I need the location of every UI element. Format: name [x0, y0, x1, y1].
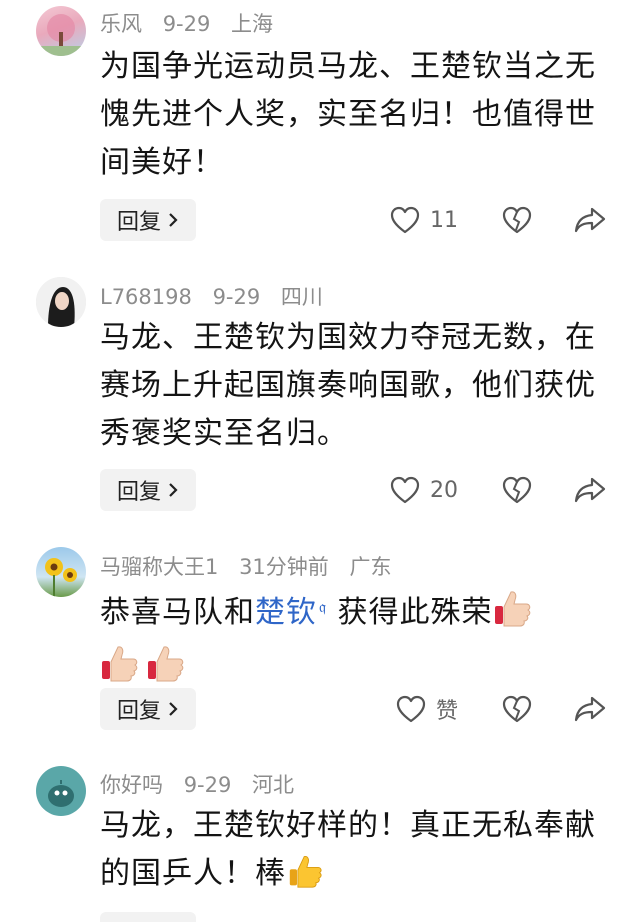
share-arrow-icon — [574, 477, 606, 503]
share-arrow-icon — [574, 207, 606, 233]
comment-location: 上海 — [231, 12, 274, 36]
username[interactable]: 马骝称大王1 — [100, 555, 218, 579]
comment-date: 9-29 — [162, 12, 211, 36]
reply-button[interactable]: 回复 — [100, 469, 196, 511]
avatar[interactable] — [36, 6, 86, 56]
comment-meta: L768198 9-29 四川 — [100, 281, 337, 311]
username[interactable]: L768198 — [100, 285, 192, 309]
broken-heart-icon — [502, 206, 532, 234]
reply-label: 回复 — [116, 210, 161, 235]
broken-heart-icon — [502, 476, 532, 504]
mention-link[interactable]: 楚钦 𝔮 — [255, 595, 327, 630]
comment-date: 9-29 — [183, 773, 232, 797]
thumbs-up-emoji — [493, 588, 533, 643]
reply-label: 回复 — [116, 480, 161, 505]
avatar[interactable] — [36, 277, 86, 327]
comment-actions: 赞 — [396, 688, 606, 730]
chevron-right-icon — [169, 483, 178, 497]
share-button[interactable] — [574, 476, 606, 504]
comment-date: 9-29 — [212, 285, 261, 309]
comment-text: 马龙，王楚钦好样的！真正无私奉献的国乒人！棒 — [100, 802, 600, 904]
comment-text-part: 马龙，王楚钦好样的！真正无私奉献的国乒人！棒 — [100, 808, 596, 891]
share-button[interactable] — [574, 695, 606, 723]
comment-location: 四川 — [280, 285, 323, 309]
chevron-right-icon — [169, 702, 178, 716]
comment-location: 河北 — [252, 773, 295, 797]
like-button[interactable]: 赞 — [396, 693, 458, 725]
thumbs-up-emoji — [288, 853, 324, 904]
comment-text-part: 恭喜马队和 — [100, 595, 255, 630]
chevron-right-icon — [169, 213, 178, 227]
comment-text: 恭喜马队和楚钦 𝔮 获得此殊荣 — [100, 583, 600, 698]
comment-meta: 马骝称大王1 31分钟前 广东 — [100, 551, 405, 581]
username[interactable]: 你好吗 — [100, 773, 163, 797]
comment-meta: 你好吗 9-29 河北 — [100, 769, 308, 799]
heart-outline-icon — [390, 476, 420, 504]
mention-label: 楚钦 — [255, 595, 317, 630]
comment-text: 为国争光运动员马龙、王楚钦当之无愧先进个人奖，实至名归！也值得世间美好！ — [100, 49, 596, 180]
share-button[interactable] — [574, 206, 606, 234]
dislike-button[interactable] — [502, 476, 532, 504]
comment-date: 31分钟前 — [239, 555, 329, 579]
reply-label: 回复 — [116, 699, 161, 724]
reply-button[interactable]: 回复 — [100, 688, 196, 730]
username[interactable]: 乐风 — [100, 12, 142, 36]
heart-outline-icon — [390, 206, 420, 234]
broken-heart-icon — [502, 695, 532, 723]
reply-button[interactable]: 回复 — [100, 199, 196, 241]
comment-text: 马龙、王楚钦为国效力夺冠无数，在赛场上升起国旗奏响国歌，他们获优秀褒奖实至名归。 — [100, 320, 596, 451]
search-icon: 𝔮 — [319, 597, 327, 616]
comment-location: 广东 — [349, 555, 392, 579]
like-count: 赞 — [435, 699, 458, 724]
dislike-button[interactable] — [502, 695, 532, 723]
avatar[interactable] — [36, 547, 86, 597]
dislike-button[interactable] — [502, 206, 532, 234]
comment-actions: 11 — [390, 199, 606, 241]
comment-text-part: 获得此殊荣 — [326, 595, 493, 630]
comment-meta: 乐风 9-29 上海 — [100, 8, 287, 38]
share-arrow-icon — [574, 696, 606, 722]
like-count: 20 — [430, 477, 458, 503]
avatar[interactable] — [36, 766, 86, 816]
like-button[interactable]: 20 — [390, 476, 458, 504]
comment-actions: 20 — [390, 469, 606, 511]
like-count: 11 — [430, 207, 458, 233]
like-button[interactable]: 11 — [390, 206, 458, 234]
heart-outline-icon — [396, 695, 426, 723]
